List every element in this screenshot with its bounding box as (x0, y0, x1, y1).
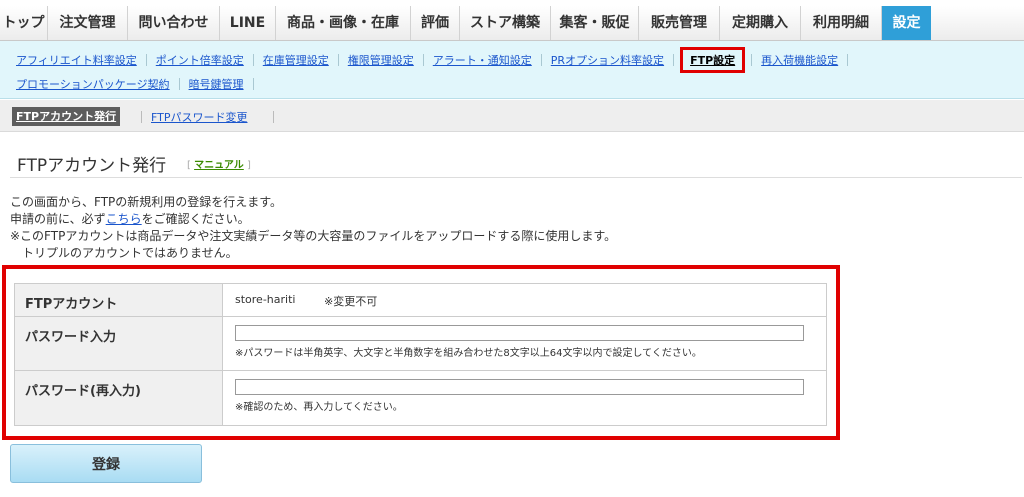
sub-link-point-rate[interactable]: ポイント倍率設定 (156, 52, 244, 68)
divider (337, 54, 339, 66)
form-row-password-confirm: パスワード(再入力) ※確認のため、再入力してください。 (15, 371, 826, 425)
sub-link-restock[interactable]: 再入荷機能設定 (761, 52, 838, 68)
description-line-4: トリプルのアカウントではありません。 (22, 246, 238, 260)
divider (145, 54, 147, 66)
description-line-1: この画面から、FTPの新規利用の登録を行えます。 (10, 195, 283, 209)
tab-store[interactable]: ストア構築 (460, 6, 551, 40)
divider (273, 111, 274, 123)
account-note: ※変更不可 (324, 295, 378, 308)
sub-nav-row-1: アフィリエイト料率設定 ポイント倍率設定 在庫管理設定 権限管理設定 アラート・… (16, 47, 857, 73)
tab-promotion[interactable]: 集客・販促 (551, 6, 639, 40)
form-row-account: FTPアカウント store-hariti ※変更不可 (15, 284, 826, 317)
tab-subscription[interactable]: 定期購入 (720, 6, 801, 40)
divider (847, 54, 849, 66)
description-line-2: 申請の前に、必ずこちらをご確認ください。 (10, 210, 250, 227)
tab-ftp-password-change[interactable]: FTPパスワード変更 (151, 109, 248, 125)
divider (252, 54, 254, 66)
tab-inquiry[interactable]: 問い合わせ (128, 6, 220, 40)
account-value: store-hariti (235, 293, 296, 306)
manual-link[interactable]: マニュアル (194, 160, 244, 171)
field-value: ※確認のため、再入力してください。 (223, 371, 826, 425)
sub-link-ftp-settings[interactable]: FTP設定 (680, 47, 746, 73)
tab-sales[interactable]: 販売管理 (639, 6, 720, 40)
bracket-open: [ (187, 160, 191, 171)
divider (673, 54, 675, 66)
sub-link-affiliate-rate[interactable]: アフィリエイト料率設定 (16, 52, 137, 68)
form-row-password: パスワード入力 ※パスワードは半角英字、大文字と半角数字を組み合わせた8文字以上… (15, 317, 826, 371)
tab-orders[interactable]: 注文管理 (48, 6, 128, 40)
divider (540, 54, 542, 66)
field-value: ※パスワードは半角英字、大文字と半角数字を組み合わせた8文字以上64文字以内で設… (223, 317, 826, 370)
description-text: 申請の前に、必ず (10, 212, 106, 226)
divider (252, 78, 254, 90)
main-nav: トップ 注文管理 問い合わせ LINE 商品・画像・在庫 評価 ストア構築 集客… (0, 6, 1024, 41)
manual-link-wrap: [ マニュアル ] (187, 156, 251, 171)
sub-link-permissions[interactable]: 権限管理設定 (348, 52, 414, 68)
password-confirm-input[interactable] (235, 379, 804, 395)
field-label: パスワード入力 (15, 317, 223, 370)
tab-top[interactable]: トップ (0, 6, 48, 40)
field-label: FTPアカウント (15, 284, 223, 316)
description-text: をご確認ください。 (141, 212, 250, 226)
password-input[interactable] (235, 325, 804, 341)
highlight-frame: FTPアカウント store-hariti ※変更不可 パスワード入力 ※パスワ… (2, 265, 840, 440)
field-value: store-hariti ※変更不可 (223, 284, 826, 316)
sub-link-alerts[interactable]: アラート・通知設定 (433, 52, 532, 68)
tab-reviews[interactable]: 評価 (411, 6, 460, 40)
register-button[interactable]: 登録 (10, 444, 202, 483)
tab-ftp-account-issue[interactable]: FTPアカウント発行 (12, 107, 121, 126)
divider (141, 111, 142, 123)
tab-settings[interactable]: 設定 (882, 6, 931, 40)
ftp-account-form: FTPアカウント store-hariti ※変更不可 パスワード入力 ※パスワ… (14, 283, 827, 426)
ftp-tab-bar: FTPアカウント発行 FTPパスワード変更 (0, 100, 1024, 132)
field-label: パスワード(再入力) (15, 371, 223, 425)
confirmation-link[interactable]: こちら (106, 212, 142, 226)
password-hint: ※パスワードは半角英字、大文字と半角数字を組み合わせた8文字以上64文字以内で設… (235, 348, 702, 359)
sub-link-pr-option[interactable]: PRオプション料率設定 (551, 52, 664, 68)
title-divider (10, 177, 1022, 178)
sub-nav-row-2: プロモーションパッケージ契約 暗号鍵管理 (16, 74, 263, 94)
sub-link-promotion-package[interactable]: プロモーションパッケージ契約 (16, 76, 170, 92)
page-title: FTPアカウント発行 (17, 156, 167, 176)
divider (178, 78, 180, 90)
tab-line[interactable]: LINE (220, 6, 276, 40)
sub-link-encryption-keys[interactable]: 暗号鍵管理 (189, 76, 244, 92)
divider (422, 54, 424, 66)
description-line-3: ※このFTPアカウントは商品データや注文実績データ等の大容量のファイルをアップロ… (10, 229, 617, 243)
divider (751, 54, 753, 66)
password-confirm-hint: ※確認のため、再入力してください。 (235, 402, 403, 413)
tab-billing[interactable]: 利用明細 (801, 6, 882, 40)
sub-link-inventory[interactable]: 在庫管理設定 (263, 52, 329, 68)
bracket-close: ] (246, 160, 251, 171)
tab-products[interactable]: 商品・画像・在庫 (276, 6, 411, 40)
settings-sub-nav: アフィリエイト料率設定 ポイント倍率設定 在庫管理設定 権限管理設定 アラート・… (0, 41, 1024, 99)
